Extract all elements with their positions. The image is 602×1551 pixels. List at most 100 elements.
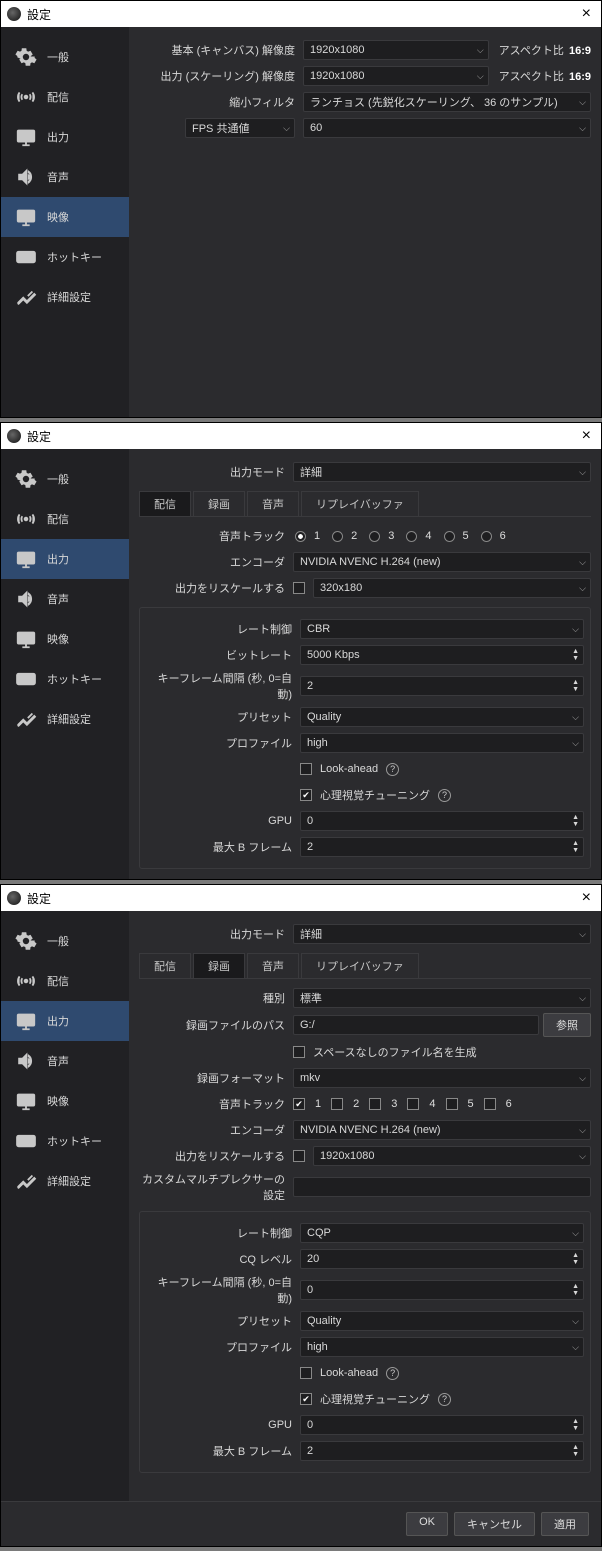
sidebar-item-audio[interactable]: 音声 [1,1041,129,1081]
sidebar-item-video[interactable]: 映像 [1,1081,129,1121]
spin-buttons[interactable]: ▲▼ [572,1281,579,1299]
bframes-spin[interactable]: 2▲▼ [300,1441,584,1461]
sidebar-item-audio[interactable]: 音声 [1,579,129,619]
obs-icon [7,7,21,21]
track-check-2[interactable] [331,1098,343,1110]
sidebar-item-general[interactable]: 一般 [1,921,129,961]
help-icon[interactable]: ? [386,763,399,776]
rate-control-combo[interactable]: CQP⌵ [300,1223,584,1243]
gpu-spin[interactable]: 0▲▼ [300,811,584,831]
sidebar-item-label: 配信 [47,511,69,527]
sidebar-item-label: 出力 [47,1013,69,1029]
track-check-6[interactable] [484,1098,496,1110]
tab-2[interactable]: 音声 [247,953,299,978]
chevron-down-icon: ⌵ [477,41,484,59]
track-radio-3[interactable] [369,531,380,542]
tab-1[interactable]: 録画 [193,491,245,516]
ok-button[interactable]: OK [406,1512,448,1536]
sidebar-item-video[interactable]: 映像 [1,197,129,237]
rate-control-combo[interactable]: CBR⌵ [300,619,584,639]
lookahead-checkbox[interactable] [300,1367,312,1379]
mux-input[interactable] [293,1177,591,1197]
tab-0[interactable]: 配信 [139,491,191,516]
track-radio-5[interactable] [444,531,455,542]
downscale-filter-combo[interactable]: ランチョス (先鋭化スケーリング、 36 のサンプル)⌵ [303,92,591,112]
encoder-combo[interactable]: NVIDIA NVENC H.264 (new)⌵ [293,552,591,572]
sidebar-item-hotkeys[interactable]: ホットキー [1,237,129,277]
spin-buttons[interactable]: ▲▼ [572,1442,579,1460]
sidebar-item-output[interactable]: 出力 [1,539,129,579]
track-radio-6[interactable] [481,531,492,542]
keyframe-spin[interactable]: 2▲▼ [300,676,584,696]
fps-type-combo[interactable]: FPS 共通値⌵ [185,118,295,138]
rescale-checkbox[interactable] [293,1150,305,1162]
sidebar-item-output[interactable]: 出力 [1,1001,129,1041]
audio-track-checks[interactable]: 123456 [293,1098,591,1110]
help-icon[interactable]: ? [386,1367,399,1380]
apply-button[interactable]: 適用 [541,1512,589,1536]
preset-combo[interactable]: Quality⌵ [300,707,584,727]
sidebar-item-stream[interactable]: 配信 [1,77,129,117]
track-radio-4[interactable] [406,531,417,542]
audio-track-radios[interactable]: 123456 [293,530,591,542]
close-icon[interactable]: × [578,889,595,907]
record-format-combo[interactable]: mkv⌵ [293,1068,591,1088]
sidebar-item-advanced[interactable]: 詳細設定 [1,277,129,317]
cancel-button[interactable]: キャンセル [454,1512,535,1536]
sidebar-item-general[interactable]: 一般 [1,459,129,499]
encoder-combo[interactable]: NVIDIA NVENC H.264 (new)⌵ [293,1120,591,1140]
spin-buttons[interactable]: ▲▼ [572,1250,579,1268]
sidebar-item-stream[interactable]: 配信 [1,961,129,1001]
output-mode-combo[interactable]: 詳細⌵ [293,924,591,944]
track-check-3[interactable] [369,1098,381,1110]
output-mode-combo[interactable]: 詳細⌵ [293,462,591,482]
help-icon[interactable]: ? [438,1393,451,1406]
track-check-1[interactable] [293,1098,305,1110]
output-res-combo[interactable]: 1920x1080⌵ [303,66,489,86]
close-icon[interactable]: × [578,5,595,23]
spin-buttons[interactable]: ▲▼ [572,646,579,664]
sidebar-item-output[interactable]: 出力 [1,117,129,157]
cq-spin[interactable]: 20▲▼ [300,1249,584,1269]
lookahead-checkbox[interactable] [300,763,312,775]
psycho-checkbox[interactable] [300,789,312,801]
tab-0[interactable]: 配信 [139,953,191,978]
tab-1[interactable]: 録画 [193,953,245,978]
base-res-combo[interactable]: 1920x1080⌵ [303,40,489,60]
close-icon[interactable]: × [578,427,595,445]
psycho-checkbox[interactable] [300,1393,312,1405]
browse-button[interactable]: 参照 [543,1013,591,1037]
tab-2[interactable]: 音声 [247,491,299,516]
rescale-checkbox[interactable] [293,582,305,594]
sidebar-item-advanced[interactable]: 詳細設定 [1,1161,129,1201]
track-check-4[interactable] [407,1098,419,1110]
profile-combo[interactable]: high⌵ [300,1337,584,1357]
spin-buttons[interactable]: ▲▼ [572,812,579,830]
sidebar-item-hotkeys[interactable]: ホットキー [1,659,129,699]
record-type-combo[interactable]: 標準⌵ [293,988,591,1008]
gpu-spin[interactable]: 0▲▼ [300,1415,584,1435]
sidebar-item-general[interactable]: 一般 [1,37,129,77]
bitrate-spin[interactable]: 5000 Kbps▲▼ [300,645,584,665]
spin-buttons[interactable]: ▲▼ [572,1416,579,1434]
help-icon[interactable]: ? [438,789,451,802]
track-radio-2[interactable] [332,531,343,542]
record-path-input[interactable]: G:/ [293,1015,539,1035]
preset-combo[interactable]: Quality⌵ [300,1311,584,1331]
tab-3[interactable]: リプレイバッファ [301,491,419,516]
keyframe-spin[interactable]: 0▲▼ [300,1280,584,1300]
sidebar-item-advanced[interactable]: 詳細設定 [1,699,129,739]
sidebar-item-audio[interactable]: 音声 [1,157,129,197]
spin-buttons[interactable]: ▲▼ [572,677,579,695]
track-radio-1[interactable] [295,531,306,542]
tab-3[interactable]: リプレイバッファ [301,953,419,978]
fps-value-combo[interactable]: 60⌵ [303,118,591,138]
track-check-5[interactable] [446,1098,458,1110]
spin-buttons[interactable]: ▲▼ [572,838,579,856]
sidebar-item-video[interactable]: 映像 [1,619,129,659]
sidebar-item-hotkeys[interactable]: ホットキー [1,1121,129,1161]
profile-combo[interactable]: high⌵ [300,733,584,753]
bframes-spin[interactable]: 2▲▼ [300,837,584,857]
nospace-checkbox[interactable] [293,1046,305,1058]
sidebar-item-stream[interactable]: 配信 [1,499,129,539]
